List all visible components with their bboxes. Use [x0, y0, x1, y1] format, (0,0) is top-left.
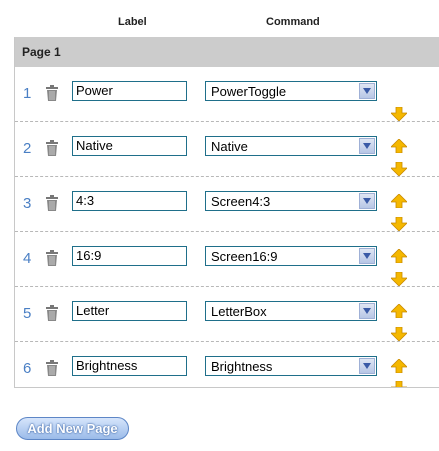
trash-icon[interactable] [45, 140, 59, 156]
label-input[interactable] [72, 136, 187, 156]
row-number: 3 [23, 195, 32, 212]
command-select-value: Screen16:9 [211, 249, 278, 264]
chevron-down-icon[interactable] [359, 358, 375, 374]
move-up-arrow-icon[interactable] [391, 304, 407, 318]
label-input[interactable] [72, 191, 187, 211]
button-row: 4 Screen16:9 [15, 233, 439, 287]
command-select[interactable]: Screen4:3 [205, 191, 377, 211]
label-input[interactable] [72, 246, 187, 266]
button-row: 1 PowerToggle [15, 68, 439, 122]
move-down-arrow-icon[interactable] [391, 381, 407, 387]
label-column-header: Label [118, 16, 147, 28]
move-up-arrow-icon[interactable] [391, 359, 407, 373]
chevron-down-icon[interactable] [359, 138, 375, 154]
command-select[interactable]: Screen16:9 [205, 246, 377, 266]
command-select[interactable]: PowerToggle [205, 81, 377, 101]
command-select-value: PowerToggle [211, 84, 287, 99]
command-select[interactable]: LetterBox [205, 301, 377, 321]
button-row: 5 LetterBox [15, 288, 439, 342]
trash-icon[interactable] [45, 305, 59, 321]
add-new-page-label: Add New Page [27, 421, 118, 436]
move-down-arrow-icon[interactable] [391, 272, 407, 286]
button-row: 3 Screen4:3 [15, 178, 439, 232]
chevron-down-icon[interactable] [359, 83, 375, 99]
move-down-arrow-icon[interactable] [391, 217, 407, 231]
chevron-down-icon[interactable] [359, 248, 375, 264]
add-new-page-button[interactable]: Add New Page [16, 417, 129, 440]
page-title-bar: Page 1 [15, 37, 439, 67]
page-panel: Page 1 1 PowerToggle 2 Native 3 Screen4:… [14, 37, 439, 388]
page-title: Page 1 [22, 45, 61, 59]
trash-icon[interactable] [45, 360, 59, 376]
button-row: 6 Brightness [15, 343, 439, 387]
row-number: 5 [23, 305, 32, 322]
command-select-value: Screen4:3 [211, 194, 271, 209]
move-up-arrow-icon[interactable] [391, 139, 407, 153]
move-down-arrow-icon[interactable] [391, 327, 407, 341]
row-number: 2 [23, 140, 32, 157]
button-row: 2 Native [15, 123, 439, 177]
row-number: 1 [23, 85, 32, 102]
command-select-value: Brightness [211, 359, 273, 374]
move-up-arrow-icon[interactable] [391, 249, 407, 263]
command-select[interactable]: Native [205, 136, 377, 156]
trash-icon[interactable] [45, 195, 59, 211]
trash-icon[interactable] [45, 250, 59, 266]
chevron-down-icon[interactable] [359, 303, 375, 319]
row-number: 4 [23, 250, 32, 267]
row-number: 6 [23, 360, 32, 377]
command-select[interactable]: Brightness [205, 356, 377, 376]
command-column-header: Command [266, 16, 320, 28]
move-down-arrow-icon[interactable] [391, 162, 407, 176]
command-select-value: LetterBox [211, 304, 267, 319]
trash-icon[interactable] [45, 85, 59, 101]
label-input[interactable] [72, 81, 187, 101]
move-up-arrow-icon[interactable] [391, 194, 407, 208]
command-select-value: Native [211, 139, 248, 154]
label-input[interactable] [72, 356, 187, 376]
chevron-down-icon[interactable] [359, 193, 375, 209]
label-input[interactable] [72, 301, 187, 321]
move-down-arrow-icon[interactable] [391, 107, 407, 121]
